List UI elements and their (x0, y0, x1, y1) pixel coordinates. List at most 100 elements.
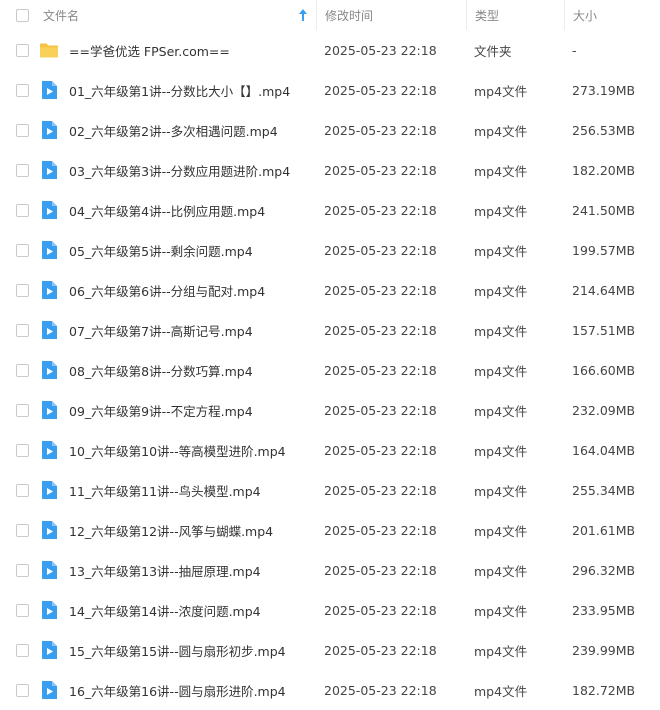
file-row[interactable]: 03_六年级第3讲--分数应用题进阶.mp4 2025-05-23 22:18 mp… (0, 150, 660, 190)
file-name[interactable]: 10_六年级第10讲--等高模型进阶.mp4 (69, 441, 286, 460)
file-row[interactable]: 05_六年级第5讲--剩余问题.mp4 2025-05-23 22:18 mp4文件… (0, 230, 660, 270)
file-row[interactable]: ==学爸优选 FPSer.com== 2025-05-23 22:18 文件夹 - (0, 30, 660, 70)
file-row[interactable]: 12_六年级第12讲--风筝与蝴蝶.mp4 2025-05-23 22:18 mp4… (0, 510, 660, 550)
file-row[interactable]: 14_六年级第14讲--浓度问题.mp4 2025-05-23 22:18 mp4文… (0, 590, 660, 630)
row-check-cell (0, 603, 36, 617)
file-size: 241.50MB (572, 202, 636, 218)
file-name-cell[interactable]: 12_六年级第12讲--风筝与蝴蝶.mp4 (36, 510, 316, 550)
header-time-column[interactable]: 修改时间 (316, 0, 466, 30)
file-name[interactable]: 11_六年级第11讲--鸟头模型.mp4 (69, 481, 261, 500)
modified-time-cell: 2025-05-23 22:18 (316, 230, 466, 270)
file-type-cell: mp4文件 (466, 430, 564, 470)
modified-time-cell: 2025-05-23 22:18 (316, 190, 466, 230)
row-checkbox[interactable] (15, 163, 29, 177)
modified-time: 2025-05-23 22:18 (324, 282, 437, 298)
modified-time: 2025-05-23 22:18 (324, 242, 437, 258)
file-size-cell: 241.50MB (564, 190, 660, 230)
select-all-checkbox[interactable] (15, 8, 29, 22)
file-row[interactable]: 10_六年级第10讲--等高模型进阶.mp4 2025-05-23 22:18 mp… (0, 430, 660, 470)
file-name[interactable]: 03_六年级第3讲--分数应用题进阶.mp4 (69, 161, 290, 180)
file-type: mp4文件 (474, 163, 528, 179)
file-row[interactable]: 16_六年级第16讲--圆与扇形进阶.mp4 2025-05-23 22:18 mp… (0, 670, 660, 710)
file-name[interactable]: 08_六年级第8讲--分数巧算.mp4 (69, 361, 253, 380)
row-checkbox[interactable] (15, 563, 29, 577)
file-name-cell[interactable]: 04_六年级第4讲--比例应用题.mp4 (36, 190, 316, 230)
header-type-column[interactable]: 类型 (466, 0, 564, 30)
file-name[interactable]: ==学爸优选 FPSer.com== (69, 41, 230, 60)
row-check-cell (0, 323, 36, 337)
row-checkbox[interactable] (15, 283, 29, 297)
file-row[interactable]: 13_六年级第13讲--抽屉原理.mp4 2025-05-23 22:18 mp4文… (0, 550, 660, 590)
file-name-cell[interactable]: 03_六年级第3讲--分数应用题进阶.mp4 (36, 150, 316, 190)
row-checkbox[interactable] (15, 323, 29, 337)
file-name-cell[interactable]: 02_六年级第2讲--多次相遇问题.mp4 (36, 110, 316, 150)
file-name[interactable]: 14_六年级第14讲--浓度问题.mp4 (69, 601, 261, 620)
file-name[interactable]: 07_六年级第7讲--高斯记号.mp4 (69, 321, 253, 340)
file-name-cell[interactable]: 06_六年级第6讲--分组与配对.mp4 (36, 270, 316, 310)
file-name-cell[interactable]: 11_六年级第11讲--鸟头模型.mp4 (36, 470, 316, 510)
file-row[interactable]: 04_六年级第4讲--比例应用题.mp4 2025-05-23 22:18 mp4文… (0, 190, 660, 230)
file-row[interactable]: 06_六年级第6讲--分组与配对.mp4 2025-05-23 22:18 mp4文… (0, 270, 660, 310)
file-type: mp4文件 (474, 283, 528, 299)
row-checkbox[interactable] (15, 603, 29, 617)
row-checkbox[interactable] (15, 203, 29, 217)
file-name-cell[interactable]: 16_六年级第16讲--圆与扇形进阶.mp4 (36, 670, 316, 710)
row-checkbox[interactable] (15, 83, 29, 97)
row-checkbox[interactable] (15, 683, 29, 697)
file-row[interactable]: 15_六年级第15讲--圆与扇形初步.mp4 2025-05-23 22:18 mp… (0, 630, 660, 670)
row-checkbox[interactable] (15, 523, 29, 537)
sort-ascending-icon[interactable] (298, 8, 308, 22)
file-name-cell[interactable]: 14_六年级第14讲--浓度问题.mp4 (36, 590, 316, 630)
file-rows: ==学爸优选 FPSer.com== 2025-05-23 22:18 文件夹 - 01… (0, 30, 660, 710)
file-row[interactable]: 01_六年级第1讲--分数比大小【】.mp4 2025-05-23 22:18 mp… (0, 70, 660, 110)
file-name-cell[interactable]: 08_六年级第8讲--分数巧算.mp4 (36, 350, 316, 390)
file-name[interactable]: 06_六年级第6讲--分组与配对.mp4 (69, 281, 265, 300)
file-name-cell[interactable]: ==学爸优选 FPSer.com== (36, 30, 316, 70)
row-checkbox[interactable] (15, 363, 29, 377)
file-name[interactable]: 04_六年级第4讲--比例应用题.mp4 (69, 201, 265, 220)
file-name-cell[interactable]: 10_六年级第10讲--等高模型进阶.mp4 (36, 430, 316, 470)
file-name-cell[interactable]: 09_六年级第9讲--不定方程.mp4 (36, 390, 316, 430)
file-row[interactable]: 02_六年级第2讲--多次相遇问题.mp4 2025-05-23 22:18 mp4… (0, 110, 660, 150)
video-file-icon (39, 280, 59, 300)
row-check-cell (0, 83, 36, 97)
row-checkbox[interactable] (15, 643, 29, 657)
file-type-cell: mp4文件 (466, 230, 564, 270)
modified-time: 2025-05-23 22:18 (324, 82, 437, 98)
file-name[interactable]: 13_六年级第13讲--抽屉原理.mp4 (69, 561, 261, 580)
row-checkbox[interactable] (15, 43, 29, 57)
row-checkbox[interactable] (15, 243, 29, 257)
file-type: mp4文件 (474, 643, 528, 659)
row-checkbox[interactable] (15, 123, 29, 137)
row-check-cell (0, 523, 36, 537)
file-name[interactable]: 05_六年级第5讲--剩余问题.mp4 (69, 241, 253, 260)
file-type: mp4文件 (474, 683, 528, 699)
row-checkbox[interactable] (15, 403, 29, 417)
file-row[interactable]: 09_六年级第9讲--不定方程.mp4 2025-05-23 22:18 mp4文件… (0, 390, 660, 430)
file-name[interactable]: 01_六年级第1讲--分数比大小【】.mp4 (69, 81, 290, 100)
file-row[interactable]: 11_六年级第11讲--鸟头模型.mp4 2025-05-23 22:18 mp4文… (0, 470, 660, 510)
row-checkbox[interactable] (15, 443, 29, 457)
file-size: - (572, 42, 577, 58)
file-name[interactable]: 16_六年级第16讲--圆与扇形进阶.mp4 (69, 681, 286, 700)
header-name-label: 文件名 (43, 8, 80, 23)
file-name-cell[interactable]: 13_六年级第13讲--抽屉原理.mp4 (36, 550, 316, 590)
header-size-column[interactable]: 大小 (564, 0, 660, 30)
file-row[interactable]: 07_六年级第7讲--高斯记号.mp4 2025-05-23 22:18 mp4文件… (0, 310, 660, 350)
file-name-cell[interactable]: 01_六年级第1讲--分数比大小【】.mp4 (36, 70, 316, 110)
file-name-cell[interactable]: 07_六年级第7讲--高斯记号.mp4 (36, 310, 316, 350)
header-name-column[interactable]: 文件名 (36, 0, 316, 30)
modified-time-cell: 2025-05-23 22:18 (316, 590, 466, 630)
file-name[interactable]: 09_六年级第9讲--不定方程.mp4 (69, 401, 253, 420)
file-name-cell[interactable]: 15_六年级第15讲--圆与扇形初步.mp4 (36, 630, 316, 670)
file-row[interactable]: 08_六年级第8讲--分数巧算.mp4 2025-05-23 22:18 mp4文件… (0, 350, 660, 390)
file-name[interactable]: 02_六年级第2讲--多次相遇问题.mp4 (69, 121, 278, 140)
file-size-cell: 214.64MB (564, 270, 660, 310)
row-check-cell (0, 483, 36, 497)
row-checkbox[interactable] (15, 483, 29, 497)
file-name-cell[interactable]: 05_六年级第5讲--剩余问题.mp4 (36, 230, 316, 270)
file-name[interactable]: 12_六年级第12讲--风筝与蝴蝶.mp4 (69, 521, 273, 540)
modified-time-cell: 2025-05-23 22:18 (316, 630, 466, 670)
modified-time: 2025-05-23 22:18 (324, 602, 437, 618)
file-name[interactable]: 15_六年级第15讲--圆与扇形初步.mp4 (69, 641, 286, 660)
